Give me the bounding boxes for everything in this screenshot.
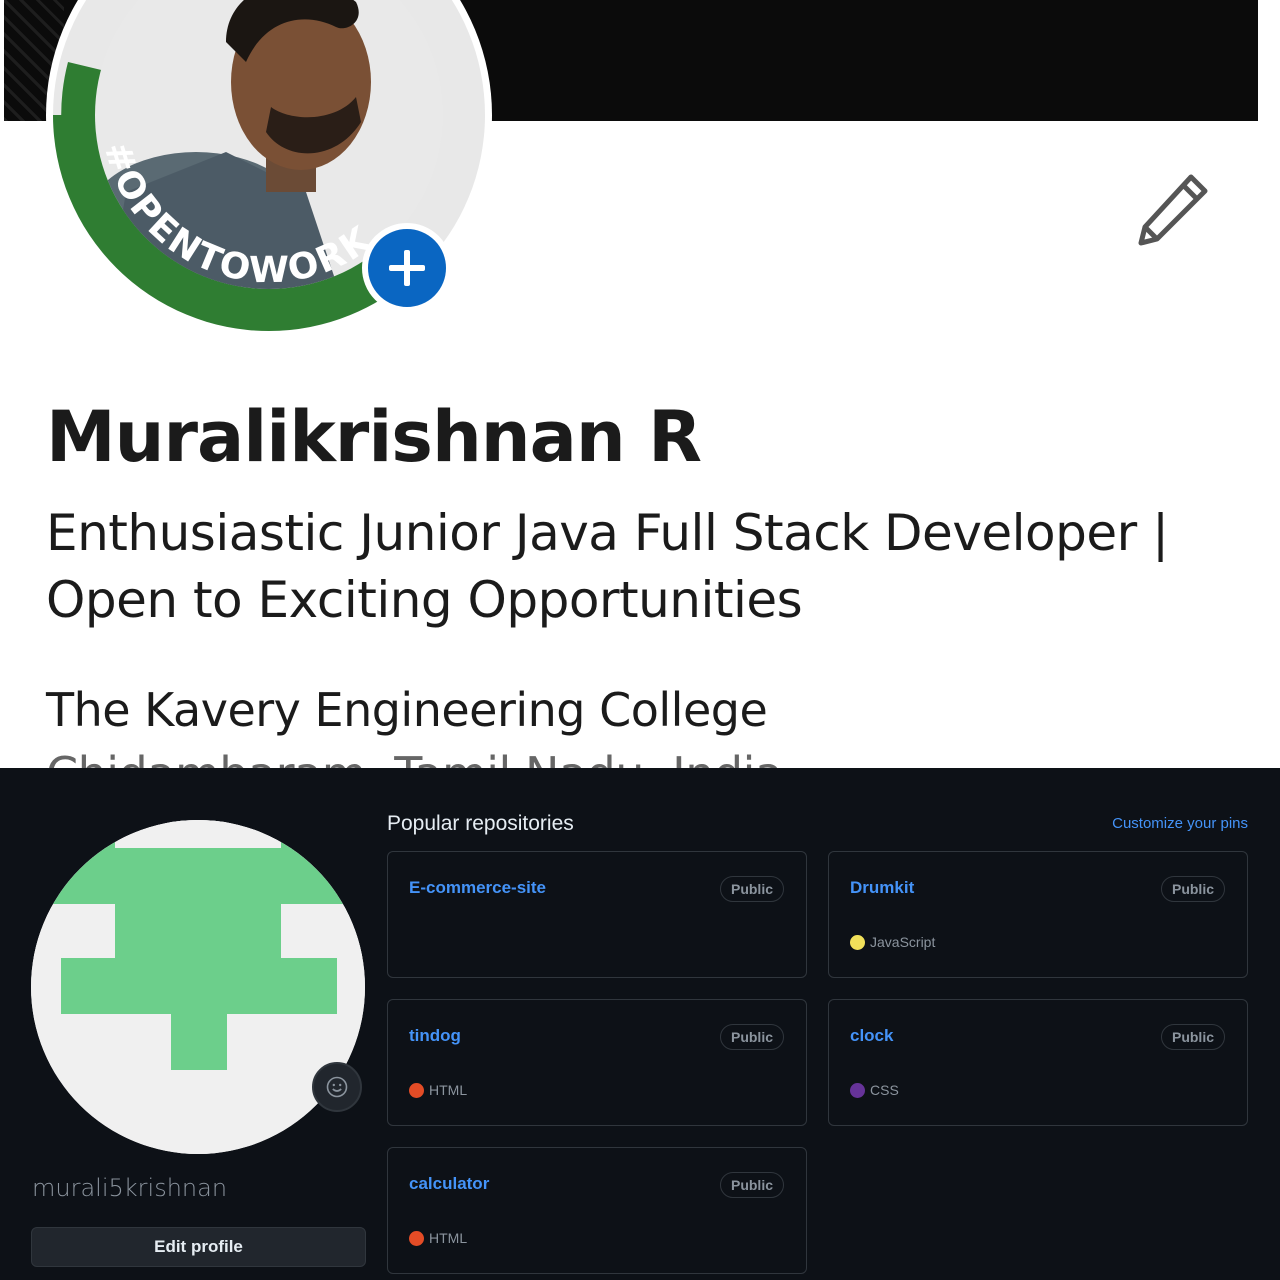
github-identicon-avatar[interactable] (31, 820, 365, 1154)
profile-name: Muralikrishnan R (46, 396, 702, 478)
smiley-icon (326, 1076, 348, 1098)
set-status-button[interactable] (312, 1062, 362, 1112)
repo-card: tindog Public HTML (387, 999, 807, 1126)
github-username: murali5krishnan (32, 1174, 228, 1202)
language-color-dot (409, 1082, 424, 1098)
profile-school[interactable]: The Kavery Engineering College (46, 683, 768, 737)
visibility-badge: Public (1160, 1024, 1225, 1050)
repo-link[interactable]: clock (850, 1026, 893, 1046)
language-label: JavaScript (870, 934, 936, 950)
language-label: HTML (429, 1082, 468, 1098)
profile-headline: Enthusiastic Junior Java Full Stack Deve… (46, 504, 1169, 629)
edit-profile-intro-button[interactable] (1128, 164, 1218, 254)
language-color-dot (850, 1082, 865, 1098)
repo-card: calculator Public HTML (387, 1147, 807, 1274)
add-photo-button[interactable] (362, 223, 452, 313)
repo-link[interactable]: Drumkit (850, 878, 914, 898)
language-label: HTML (429, 1230, 468, 1246)
repo-card: clock Public CSS (828, 999, 1248, 1126)
repo-language: HTML (409, 1230, 467, 1246)
repo-link[interactable]: E-commerce-site (409, 878, 546, 898)
repo-card: Drumkit Public JavaScript (828, 851, 1248, 978)
language-color-dot (409, 1230, 424, 1246)
language-label: CSS (870, 1082, 899, 1098)
customize-pins-link[interactable]: Customize your pins (1112, 815, 1248, 832)
plus-icon (389, 250, 425, 286)
edit-profile-button[interactable]: Edit profile (31, 1227, 366, 1267)
repo-language: JavaScript (850, 934, 935, 950)
linkedin-profile-card: #OPENTOWORK Muralikrishnan R Enthusiasti… (0, 0, 1280, 768)
pencil-icon (1138, 174, 1208, 246)
repo-card: E-commerce-site Public (387, 851, 807, 978)
popular-repositories-heading: Popular repositories (387, 812, 574, 835)
identicon-image (31, 820, 365, 1154)
language-color-dot (850, 934, 865, 950)
profile-location: Chidambaram, Tamil Nadu, India (46, 747, 783, 768)
visibility-badge: Public (1160, 876, 1225, 902)
repo-link[interactable]: tindog (409, 1026, 461, 1046)
visibility-badge: Public (719, 876, 784, 902)
repo-link[interactable]: calculator (409, 1174, 489, 1194)
github-profile-panel: murali5krishnan Edit profile Popular rep… (0, 768, 1280, 1280)
visibility-badge: Public (719, 1024, 784, 1050)
repo-language: HTML (409, 1082, 467, 1098)
repo-language: CSS (850, 1082, 899, 1098)
visibility-badge: Public (719, 1172, 784, 1198)
